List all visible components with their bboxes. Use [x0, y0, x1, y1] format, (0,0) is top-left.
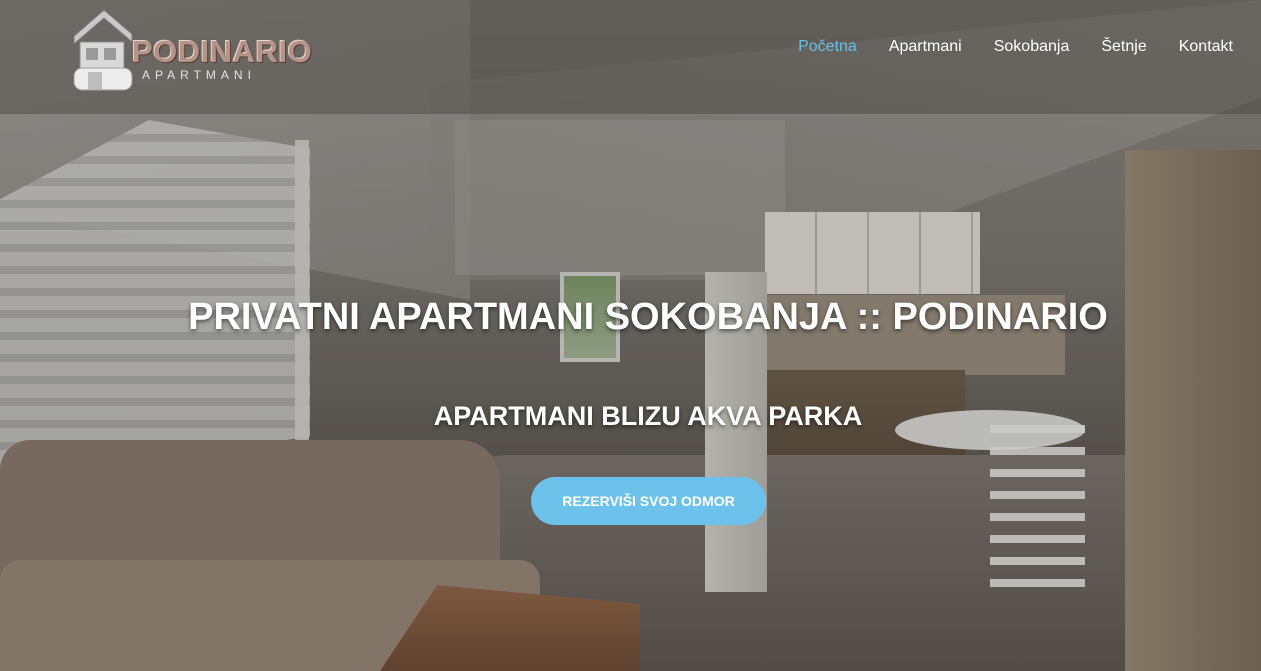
logo-subtitle: APARTMANI [142, 68, 256, 82]
nav-item-pocetna[interactable]: Početna [798, 38, 857, 56]
nav-item-setnje[interactable]: Šetnje [1101, 38, 1146, 56]
logo-wordmark: PODINARIO [132, 34, 313, 69]
navbar: PODINARIO APARTMANI Početna Apartmani So… [0, 0, 1261, 114]
hero-title: PRIVATNI APARTMANI SOKOBANJA :: PODINARI… [188, 296, 1108, 338]
hero-section: PODINARIO APARTMANI Početna Apartmani So… [0, 0, 1261, 671]
house-icon [73, 9, 133, 91]
nav-item-kontakt[interactable]: Kontakt [1179, 38, 1233, 56]
nav-item-sokobanja[interactable]: Sokobanja [994, 38, 1070, 56]
hero-subtitle: APARTMANI BLIZU AKVA PARKA [433, 401, 863, 431]
main-nav: Početna Apartmani Sokobanja Šetnje Konta… [798, 38, 1233, 56]
nav-item-apartmani[interactable]: Apartmani [889, 38, 962, 56]
logo[interactable]: PODINARIO APARTMANI [72, 6, 312, 94]
reserve-button[interactable]: REZERVIŠI SVOJ ODMOR [531, 477, 766, 525]
